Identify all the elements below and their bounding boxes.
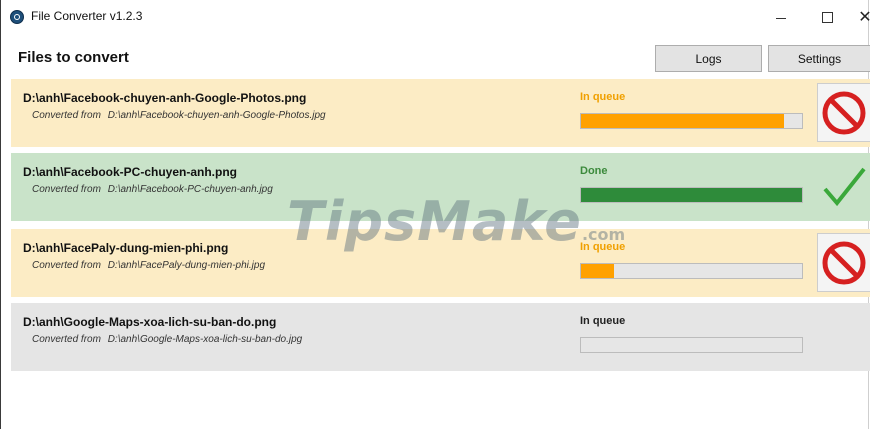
cancel-icon — [822, 91, 866, 134]
source-prefix: Converted from — [32, 334, 101, 345]
progress-fill — [581, 114, 785, 128]
output-file-name: D:\anh\Facebook-PC-chuyen-anh.png — [23, 165, 238, 179]
page-title: Files to convert — [18, 49, 129, 66]
source-file-info: Converted from D:\anh\Facebook-PC-chuyen… — [32, 184, 273, 195]
source-file-info: Converted from D:\anh\FacePaly-dung-mien… — [32, 260, 265, 271]
cancel-button[interactable] — [817, 233, 870, 292]
status-label: In queue — [580, 91, 626, 103]
close-button[interactable]: ✕ — [842, 0, 870, 34]
minimize-icon — [776, 17, 786, 19]
output-file-name: D:\anh\FacePaly-dung-mien-phi.png — [23, 241, 229, 255]
progress-bar — [580, 337, 803, 353]
source-prefix: Converted from — [32, 260, 101, 271]
status-label: Done — [580, 165, 608, 177]
title-bar: File Converter v1.2.3 ✕ — [1, 0, 870, 34]
source-prefix: Converted from — [32, 184, 101, 195]
file-row: D:\anh\FacePaly-dung-mien-phi.png Conver… — [11, 229, 870, 297]
source-file-path: D:\anh\FacePaly-dung-mien-phi.jpg — [107, 260, 266, 271]
cancel-button[interactable] — [817, 83, 870, 142]
progress-fill — [581, 264, 615, 278]
file-row: D:\anh\Facebook-chuyen-anh-Google-Photos… — [11, 79, 870, 147]
file-row: D:\anh\Facebook-PC-chuyen-anh.png Conver… — [11, 153, 870, 221]
output-file-name: D:\anh\Facebook-chuyen-anh-Google-Photos… — [23, 91, 307, 105]
maximize-icon — [821, 11, 833, 23]
done-indicator — [817, 157, 870, 216]
source-file-info: Converted from D:\anh\Facebook-chuyen-an… — [32, 110, 326, 121]
close-icon: ✕ — [858, 7, 870, 26]
app-logo-icon — [10, 10, 24, 24]
progress-bar — [580, 263, 803, 279]
app-window: File Converter v1.2.3 ✕ Files to convert… — [0, 0, 870, 429]
checkmark-icon — [823, 167, 866, 206]
logs-button[interactable]: Logs — [655, 45, 762, 72]
minimize-button[interactable] — [758, 0, 804, 34]
progress-bar — [580, 187, 803, 203]
source-file-path: D:\anh\Facebook-PC-chuyen-anh.jpg — [107, 184, 273, 195]
status-label: In queue — [580, 241, 626, 253]
source-file-path: D:\anh\Google-Maps-xoa-lich-su-ban-do.jp… — [107, 334, 303, 345]
output-file-name: D:\anh\Google-Maps-xoa-lich-su-ban-do.pn… — [23, 315, 277, 329]
settings-button[interactable]: Settings — [768, 45, 870, 72]
file-row: D:\anh\Google-Maps-xoa-lich-su-ban-do.pn… — [11, 303, 870, 371]
source-file-info: Converted from D:\anh\Google-Maps-xoa-li… — [32, 334, 302, 345]
source-prefix: Converted from — [32, 110, 101, 121]
source-file-path: D:\anh\Facebook-chuyen-anh-Google-Photos… — [107, 110, 326, 121]
progress-fill — [581, 188, 802, 202]
cancel-icon — [822, 241, 866, 284]
status-label: In queue — [580, 315, 626, 327]
progress-bar — [580, 113, 803, 129]
window-title: File Converter v1.2.3 — [31, 9, 143, 23]
